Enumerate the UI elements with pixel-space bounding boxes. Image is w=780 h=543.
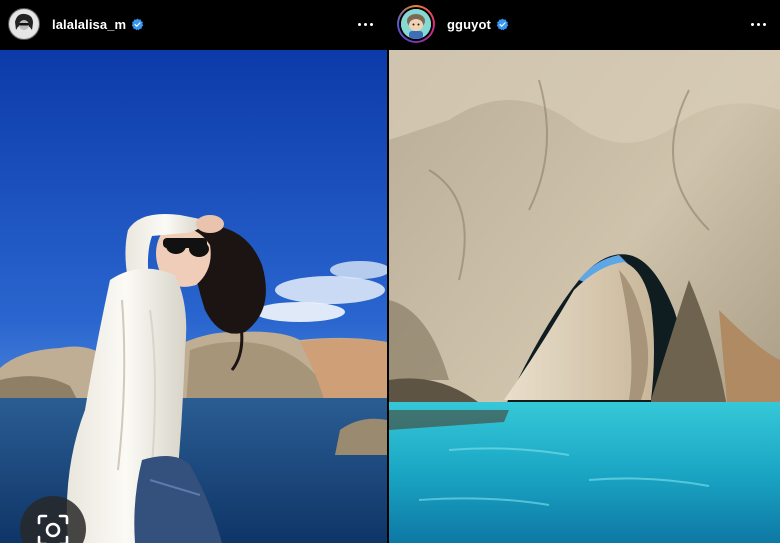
post-photo[interactable]	[389, 50, 780, 543]
verified-badge-icon	[496, 18, 509, 30]
post-right: gguyot	[389, 0, 780, 543]
more-options-button[interactable]	[751, 22, 766, 26]
post-header: gguyot	[389, 0, 780, 48]
woman-on-boat-image	[0, 50, 387, 543]
post-left: lalalalisa_m	[0, 0, 387, 543]
visual-search-icon	[37, 514, 69, 543]
more-options-button[interactable]	[358, 22, 373, 26]
sea-cave-image	[389, 50, 780, 543]
cartoon-avatar-icon	[401, 9, 431, 39]
avatar[interactable]	[8, 8, 40, 40]
profile-photo-icon	[10, 10, 38, 38]
username[interactable]: lalalalisa_m	[52, 17, 126, 32]
username[interactable]: gguyot	[447, 17, 491, 32]
post-photo[interactable]	[0, 50, 387, 543]
verified-badge-icon	[131, 18, 144, 30]
avatar[interactable]	[397, 5, 435, 43]
post-header: lalalalisa_m	[0, 0, 387, 48]
